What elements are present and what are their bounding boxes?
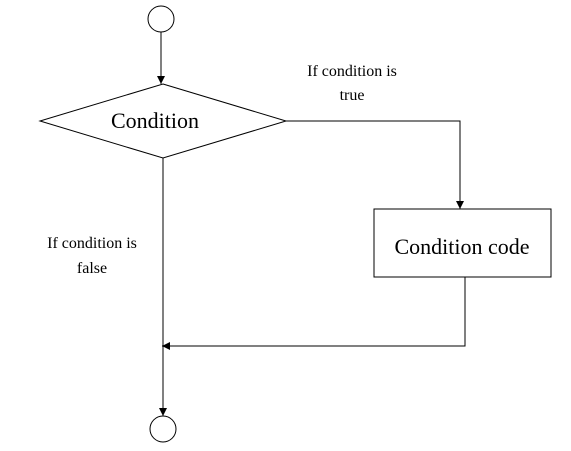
false-branch-label-line1: If condition is	[47, 235, 137, 252]
return-path-arrow	[162, 277, 466, 350]
false-branch-label-line2: false	[77, 260, 107, 277]
end-node	[149, 415, 177, 443]
start-node	[147, 5, 175, 33]
true-branch-arrow	[286, 120, 464, 209]
process-label: Condition code	[394, 234, 529, 259]
true-branch-label-line2: true	[340, 87, 365, 104]
true-branch-label-line1: If condition is	[307, 63, 397, 80]
flowchart-diagram: Condition If condition is true Condition…	[38, 5, 552, 443]
decision-label: Condition	[111, 108, 199, 133]
